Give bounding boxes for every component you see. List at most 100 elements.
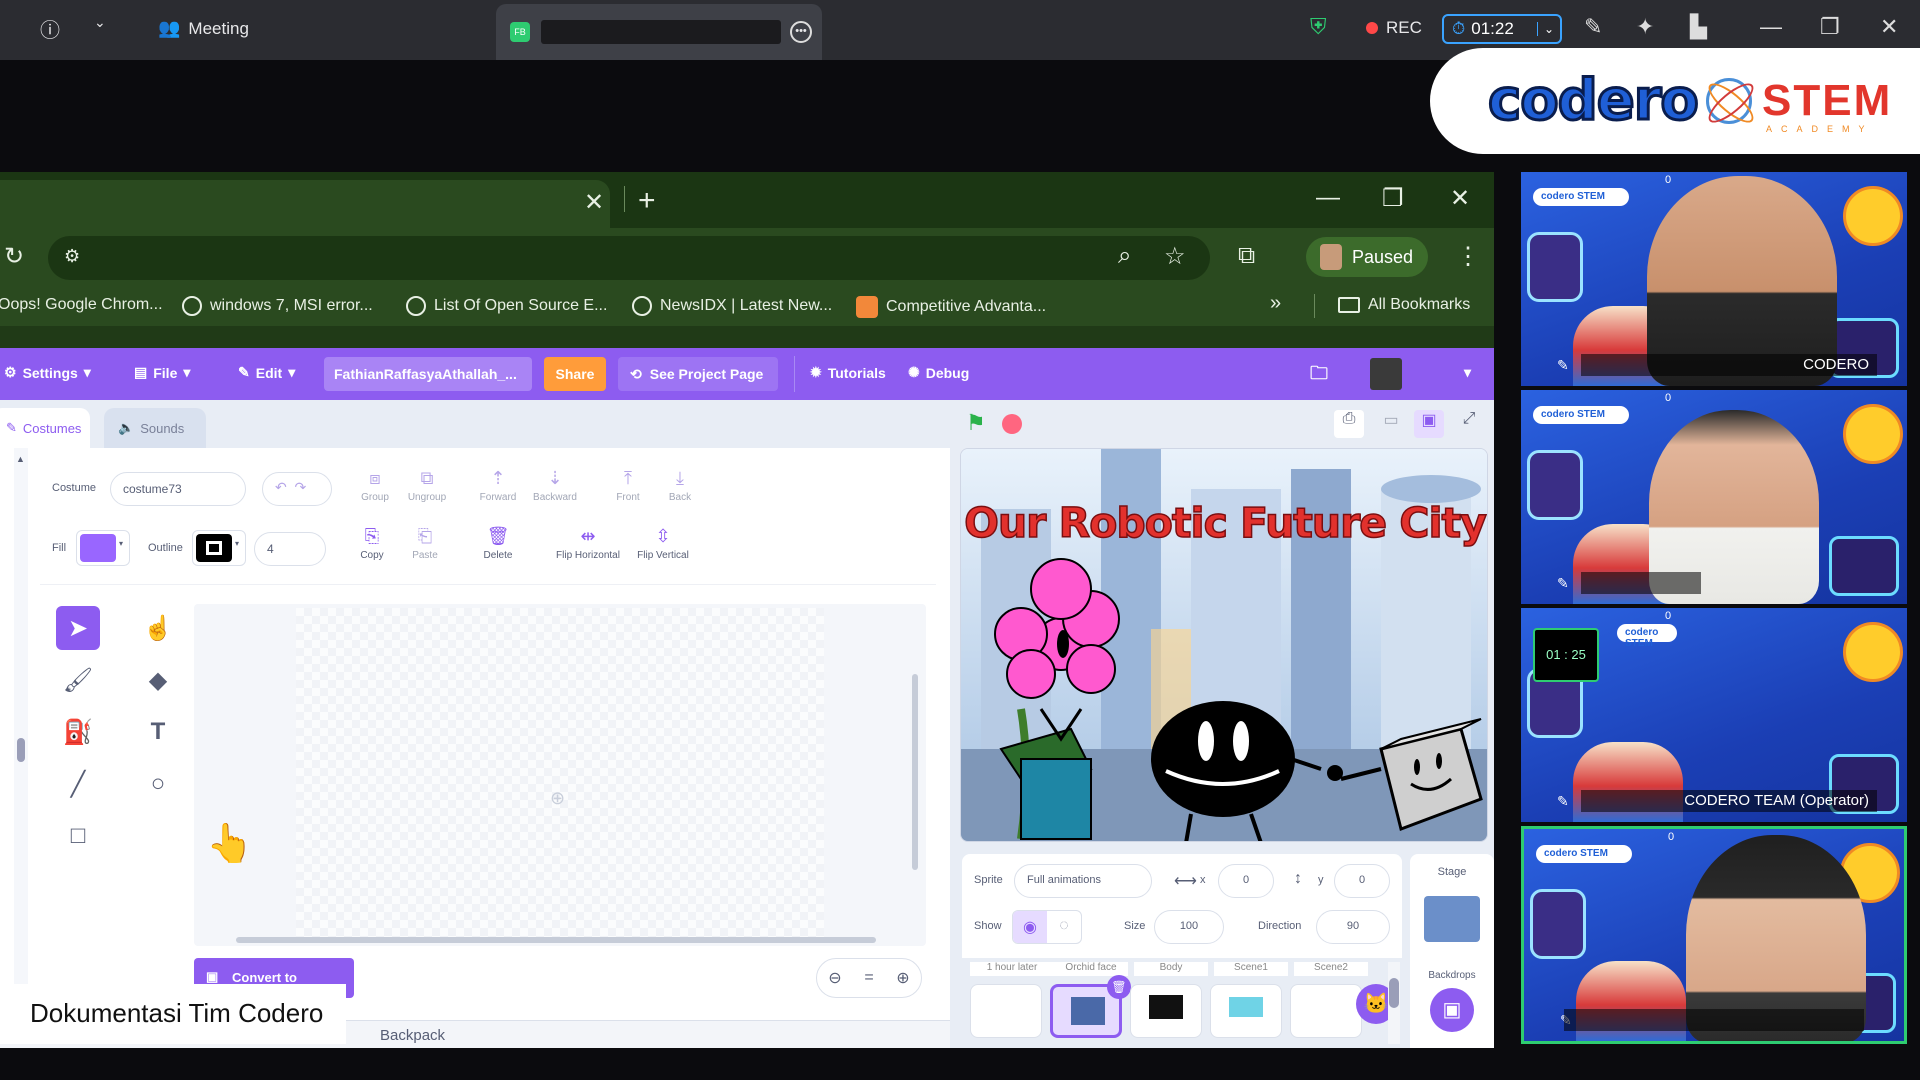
front-tool[interactable]: ⤒ Front [604,468,652,503]
ungroup-tool[interactable]: ⧉ Ungroup [402,468,452,503]
close-icon[interactable]: ✕ [1880,14,1898,40]
recording-indicator[interactable]: REC [1366,18,1422,38]
outline-width-input[interactable]: 4 [254,532,326,566]
fill-tool[interactable]: ⛽ [56,710,100,754]
fill-color-picker[interactable]: ▾ [76,530,130,566]
group-tool[interactable]: ⧈ Group [352,468,398,503]
restore-icon[interactable]: ❐ [1382,184,1404,213]
tutorials-button[interactable]: ✹ Tutorials [810,364,886,381]
x-input[interactable]: 0 [1218,864,1274,898]
small-stage-icon[interactable]: ▭ [1376,410,1406,438]
scroll-up-icon[interactable]: ▲ [16,454,25,464]
flip-vertical-tool[interactable]: ⇳ Flip Vertical [630,526,696,561]
project-title-input[interactable]: FathianRaffasyaAthallah_... [324,357,532,391]
outline-color-picker[interactable]: ▾ [192,530,246,566]
screen-share-tab[interactable]: FB ••• [496,4,822,60]
screenshot-icon[interactable]: ⎙ [1334,410,1364,438]
copy-tool[interactable]: ⎘ Copy [350,526,394,561]
delete-tool[interactable]: 🗑 Delete [474,526,522,561]
bookmark-item[interactable]: Competitive Advanta... [856,296,1046,318]
see-project-page-button[interactable]: ⟲ See Project Page [618,357,778,391]
zoom-in-icon[interactable]: ⊕ [896,968,909,988]
debug-button[interactable]: ✺ Debug [908,364,969,381]
circle-tool[interactable]: ○ [136,762,180,806]
costume-list-scroll[interactable]: ▲ [14,448,28,1048]
settings-menu[interactable]: ⚙ Settings ▾ [4,364,91,381]
info-icon[interactable]: ⓘ [40,14,60,43]
minimize-icon[interactable]: — [1760,14,1782,40]
canvas-drawing-area[interactable] [296,608,824,942]
scroll-thumb[interactable] [17,738,25,762]
participant-tile[interactable]: codero STEM 0 ✎ CODERO [1521,172,1907,386]
select-tool[interactable]: ➤ [56,606,100,650]
bookmark-item[interactable]: List Of Open Source E... [406,296,607,316]
sprite-tile[interactable] [970,984,1042,1038]
paint-canvas[interactable]: ⊕ 👆 [194,604,926,946]
rectangle-tool[interactable]: □ [56,814,100,858]
green-flag-icon[interactable]: ⚑ [966,410,986,436]
y-input[interactable]: 0 [1334,864,1390,898]
sparkle-icon[interactable]: ✦ [1636,14,1654,40]
redo-icon[interactable]: ↷ [295,479,307,495]
stop-icon[interactable] [1002,414,1022,434]
line-tool[interactable]: ╱ [56,762,100,806]
menu-icon[interactable]: ⋮ [1456,242,1480,271]
caret-down-icon[interactable]: ▾ [1464,364,1471,381]
forward-tool[interactable]: ⇡ Forward [472,468,524,503]
back-tool[interactable]: ⤓ Back [656,468,704,503]
eye-hidden-icon[interactable]: ◌ [1047,911,1081,943]
sprite-tile[interactable] [1210,984,1282,1038]
participant-tile[interactable]: codero STEM 0 ✎ [1521,390,1907,604]
site-settings-icon[interactable]: ⚙ [64,246,80,267]
flip-horizontal-tool[interactable]: ⇹ Flip Horizontal [550,526,626,561]
bookmark-item[interactable]: windows 7, MSI error... [182,296,373,316]
pin-icon[interactable]: ✎ [1557,575,1569,592]
address-bar[interactable]: ⚙ ⌕ ☆ [48,236,1210,280]
direction-input[interactable]: 90 [1316,910,1390,944]
meeting-timer[interactable]: ⏱ 01:22 ⌄ [1442,14,1562,44]
close-tab-icon[interactable]: ✕ [584,188,604,217]
stage-canvas[interactable]: Our Robotic Future City [960,448,1488,842]
chevron-down-icon[interactable]: ⌄ [94,14,106,31]
share-screen-icon[interactable]: ▙ [1690,14,1707,40]
meeting-menu[interactable]: 👥 Meeting [158,18,249,39]
paste-tool[interactable]: ⎗ Paste [402,526,448,561]
sprite-tile[interactable] [1130,984,1202,1038]
folder-icon[interactable]: 🗀 [1310,361,1328,391]
large-stage-icon[interactable]: ▣ [1414,410,1444,438]
eye-icon[interactable]: ◉ [1013,911,1047,943]
more-options-icon[interactable]: ••• [790,21,812,43]
zoom-reset-icon[interactable]: = [864,969,873,987]
sprite-tile-selected[interactable]: 🗑 [1050,975,1131,1038]
edit-menu[interactable]: ✎ Edit ▾ [238,364,295,381]
eraser-tool[interactable]: ◆ [136,658,180,702]
chevron-down-icon[interactable]: ⌄ [1536,22,1554,36]
participant-tile[interactable]: codero STEM 0 01 : 25 ✎ CODERO TEAM (Ope… [1521,608,1907,822]
horizontal-scrollbar[interactable] [236,937,876,943]
pin-icon[interactable]: ✎ [1557,357,1569,374]
share-button[interactable]: Share [544,357,606,391]
reshape-tool[interactable]: ☝ [136,606,180,650]
sprite-tile[interactable] [1290,984,1362,1038]
size-input[interactable]: 100 [1154,910,1224,944]
stage-selector[interactable]: Stage Backdrops ▣ [1410,854,1494,1048]
bookmark-star-icon[interactable]: ☆ [1164,242,1186,271]
user-avatar[interactable] [1370,358,1402,390]
browser-tab[interactable] [0,180,610,228]
bookmark-item[interactable]: Oops! Google Chrom... [0,296,163,314]
shield-icon[interactable]: ⛨ [1310,14,1327,40]
bookmark-item[interactable]: NewsIDX | Latest New... [632,296,832,316]
tab-sounds[interactable]: 🔈 Sounds [104,408,206,448]
zoom-out-icon[interactable]: ⊖ [828,968,841,988]
text-tool[interactable]: T [136,710,180,754]
pin-icon[interactable]: ✎ [1557,793,1569,810]
costume-name-input[interactable]: costume73 [110,472,246,506]
delete-sprite-icon[interactable]: 🗑 [1107,975,1131,999]
tab-costumes[interactable]: ✎ Costumes [0,408,90,448]
sprite-name-input[interactable]: Full animations [1014,864,1152,898]
all-bookmarks[interactable]: All Bookmarks [1338,296,1470,314]
brush-tool[interactable]: 🖌 [56,658,100,702]
backward-tool[interactable]: ⇣ Backward [528,468,582,503]
sprite-list-scroll[interactable] [1388,962,1400,1044]
more-bookmarks-icon[interactable]: » [1270,292,1281,315]
